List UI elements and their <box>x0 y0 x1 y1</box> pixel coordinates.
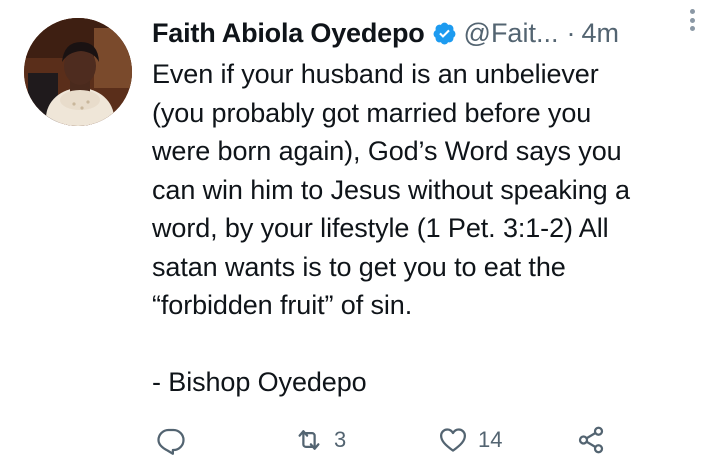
retweet-icon <box>298 430 320 450</box>
like-button[interactable]: 14 <box>438 420 502 460</box>
retweet-button[interactable]: 3 <box>294 420 346 460</box>
share-icon <box>578 426 604 454</box>
tweet-text-line: Even if your husband is an unbeliever <box>152 59 599 89</box>
tweet-text-line: satan wants is to get you to eat the <box>152 251 566 282</box>
author-handle[interactable]: @Fait... <box>464 18 559 49</box>
verified-badge-icon <box>432 21 457 46</box>
avatar-image <box>24 18 132 126</box>
reply-button[interactable] <box>156 420 186 460</box>
author-name[interactable]: Faith Abiola Oyedepo <box>152 18 425 49</box>
retweet-count: 3 <box>334 427 347 452</box>
tweet-text-line: word, by your lifestyle (1 Pet. 3:1-2) A… <box>152 213 609 243</box>
tweet-actions: 3 14 <box>152 420 630 460</box>
tweet-signature: - Bishop Oyedepo <box>152 367 367 397</box>
tweet: Faith Abiola Oyedepo @Fait... · 4m Even … <box>0 0 720 468</box>
more-options-icon[interactable] <box>682 6 702 34</box>
separator-dot: · <box>566 17 576 48</box>
tweet-text-line: (you probably got married before you <box>152 97 592 128</box>
like-count: 14 <box>478 427 503 452</box>
reply-icon <box>157 428 185 455</box>
timestamp[interactable]: 4m <box>581 18 619 49</box>
tweet-header: Faith Abiola Oyedepo @Fait... · 4m <box>152 14 700 52</box>
tweet-text-line: “forbidden fruit” of sin. <box>152 290 413 320</box>
share-button[interactable] <box>576 420 606 460</box>
tweet-text: Even if your husband is an unbeliever (y… <box>152 55 692 402</box>
avatar[interactable] <box>24 18 132 126</box>
heart-icon <box>440 428 466 452</box>
tweet-text-line: were born again), God’s Word says you <box>152 136 622 166</box>
tweet-text-line: can win him to Jesus without speaking a <box>152 174 630 205</box>
